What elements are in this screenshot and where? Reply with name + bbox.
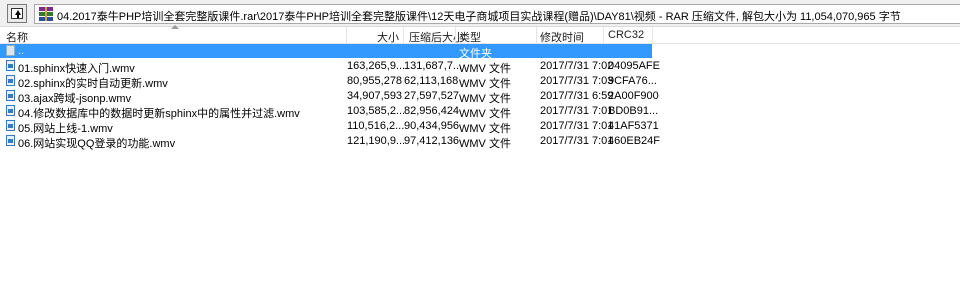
- row-crc: 460EB24F: [608, 135, 660, 147]
- column-crc[interactable]: CRC32: [608, 29, 644, 43]
- row-crc: 04095AFE: [608, 60, 660, 72]
- parent-folder-row[interactable]: .. 文件夹: [0, 44, 652, 60]
- column-size[interactable]: 大小: [347, 29, 399, 44]
- row-name: ..: [18, 45, 25, 57]
- address-field[interactable]: 04.2017泰牛PHP培训全套完整版课件.rar\2017泰牛PHP培训全套完…: [34, 4, 960, 24]
- video-file-icon: [6, 135, 15, 146]
- row-crc: 9CFA76...: [608, 75, 657, 87]
- video-file-icon: [6, 75, 15, 86]
- row-size: 110,516,2...: [347, 120, 405, 132]
- address-text: 04.2017泰牛PHP培训全套完整版课件.rar\2017泰牛PHP培训全套完…: [57, 11, 901, 23]
- table-row[interactable]: 02.sphinx的实时自动更新.wmv 80,955,278 62,113,1…: [0, 74, 657, 90]
- table-row[interactable]: 05.网站上线-1.wmv 110,516,2... 90,434,956 WM…: [0, 119, 659, 135]
- video-file-icon: [6, 90, 15, 101]
- video-file-icon: [6, 60, 15, 71]
- row-packed: 97,412,136: [404, 135, 460, 147]
- parent-folder-icon: [6, 45, 15, 56]
- table-row[interactable]: 04.修改数据库中的数据时更新sphinx中的属性并过滤.wmv 103,585…: [0, 104, 658, 120]
- table-row[interactable]: 01.sphinx快速入门.wmv 163,265,9... 131,687,7…: [0, 59, 660, 75]
- row-packed: 131,687,7...: [404, 60, 463, 72]
- table-row[interactable]: 03.ajax跨域-jsonp.wmv 34,907,593 27,597,52…: [0, 89, 659, 105]
- row-crc: 41AF5371: [608, 120, 659, 132]
- sort-indicator-icon: [171, 25, 179, 29]
- row-size: 34,907,593: [347, 90, 403, 102]
- row-modified: 2017/7/31 7:01: [540, 105, 614, 117]
- row-packed: 90,434,956: [404, 120, 460, 132]
- video-file-icon: [6, 105, 15, 116]
- column-divider[interactable]: [536, 27, 537, 44]
- path-bar: 04.2017泰牛PHP培训全套完整版课件.rar\2017泰牛PHP培训全套完…: [0, 0, 960, 27]
- column-divider[interactable]: [455, 27, 456, 44]
- row-modified: 2017/7/31 7:02: [540, 60, 614, 72]
- column-header: 名称 大小 压缩后大小 类型 修改时间 CRC32: [0, 25, 960, 44]
- row-size: 103,585,2...: [347, 105, 406, 117]
- row-size: 80,955,278: [347, 75, 403, 87]
- column-type[interactable]: 类型: [459, 29, 481, 44]
- column-divider[interactable]: [652, 27, 653, 44]
- rar-archive-icon: [39, 7, 53, 21]
- row-type: WMV 文件: [459, 138, 511, 150]
- column-divider[interactable]: [403, 27, 404, 44]
- column-name[interactable]: 名称: [6, 29, 28, 44]
- row-modified: 2017/7/31 7:01: [540, 135, 614, 147]
- row-packed: 62,113,168: [404, 75, 459, 87]
- row-packed: 82,956,424: [404, 105, 460, 117]
- video-file-icon: [6, 120, 15, 131]
- row-modified: 2017/7/31 7:01: [540, 120, 614, 132]
- row-modified: 2017/7/31 6:59: [540, 90, 614, 102]
- row-size: 121,190,9...: [347, 135, 406, 147]
- column-modified[interactable]: 修改时间: [540, 29, 584, 44]
- column-divider[interactable]: [603, 27, 604, 44]
- folder-up-button[interactable]: [7, 4, 27, 23]
- folder-up-icon: [11, 8, 23, 19]
- table-row[interactable]: 06.网站实现QQ登录的功能.wmv 121,190,9... 97,412,1…: [0, 134, 660, 150]
- row-size: 163,265,9...: [347, 60, 406, 72]
- row-modified: 2017/7/31 7:03: [540, 75, 614, 87]
- row-name: 06.网站实现QQ登录的功能.wmv: [18, 138, 176, 150]
- row-packed: 27,597,527: [404, 90, 460, 102]
- row-crc: 2A00F900: [608, 90, 659, 102]
- row-crc: BD0B91...: [608, 105, 659, 117]
